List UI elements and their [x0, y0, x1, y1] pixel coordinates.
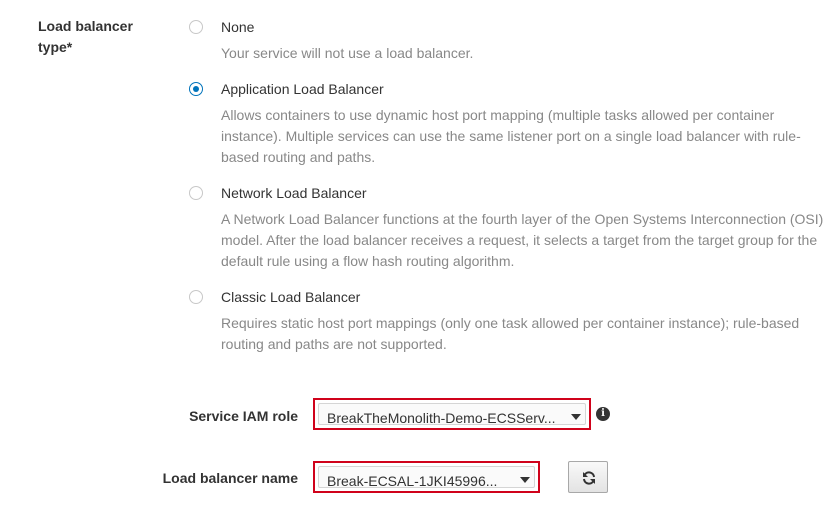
info-icon[interactable]: i [596, 407, 610, 421]
chevron-down-icon [520, 477, 530, 483]
radio-classic-load-balancer[interactable] [189, 290, 203, 304]
service-iam-role-select[interactable]: BreakTheMonolith-Demo-ECSServ... [313, 398, 591, 430]
refresh-icon [583, 471, 595, 485]
option-alb-title: Application Load Balancer [221, 81, 384, 97]
load-balancer-name-label: Load balancer name [162, 470, 298, 486]
load-balancer-type-label: Load balancer type* [38, 18, 133, 55]
option-nlb-title: Network Load Balancer [221, 185, 367, 201]
load-balancer-name-select-box: Break-ECSAL-1JKI45996... [318, 466, 535, 489]
service-iam-role-select-box: BreakTheMonolith-Demo-ECSServ... [318, 403, 586, 426]
service-iam-role-label: Service IAM role [189, 408, 298, 424]
refresh-button[interactable] [568, 461, 608, 493]
option-none-title: None [221, 19, 255, 35]
chevron-down-icon [571, 414, 581, 420]
load-balancer-name-select[interactable]: Break-ECSAL-1JKI45996... [313, 461, 540, 493]
option-nlb-description: A Network Load Balancer functions at the… [221, 211, 824, 269]
radio-application-load-balancer[interactable] [189, 82, 203, 96]
option-none-description: Your service will not use a load balance… [221, 45, 474, 61]
option-alb-description: Allows containers to use dynamic host po… [221, 107, 801, 165]
radio-network-load-balancer[interactable] [189, 186, 203, 200]
service-iam-role-value: BreakTheMonolith-Demo-ECSServ... [327, 410, 556, 426]
radio-none[interactable] [189, 20, 203, 34]
option-clb-title: Classic Load Balancer [221, 289, 361, 305]
load-balancer-name-value: Break-ECSAL-1JKI45996... [327, 473, 498, 489]
option-clb-description: Requires static host port mappings (only… [221, 315, 800, 352]
